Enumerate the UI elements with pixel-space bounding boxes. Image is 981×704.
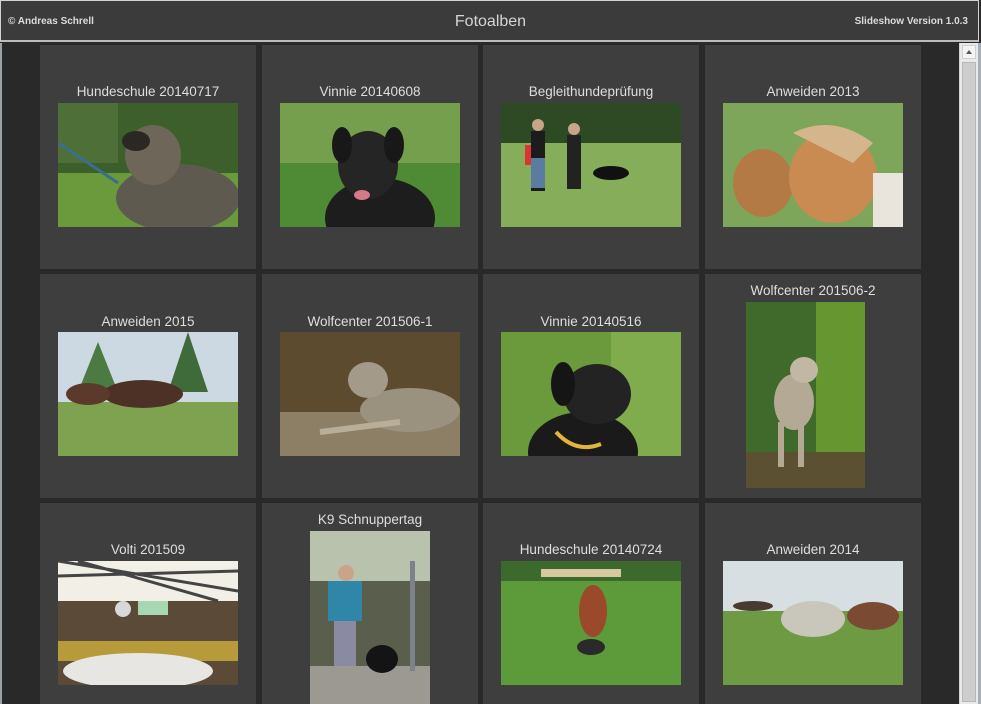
horse-photo-icon[interactable] (723, 103, 903, 227)
wolf-photo-icon[interactable] (746, 302, 865, 488)
album-title: Anweiden 2015 (101, 314, 195, 329)
album-title: Hundeschule 20140724 (519, 542, 663, 557)
people-dog-photo-icon[interactable] (501, 103, 681, 227)
album-tile[interactable]: Vinnie 20140608 (262, 45, 478, 269)
album-tile[interactable]: Anweiden 2014 (705, 503, 921, 704)
wolf-photo-icon[interactable] (280, 332, 460, 456)
album-tile[interactable]: Anweiden 2013 (705, 45, 921, 269)
horse-photo-icon[interactable] (723, 561, 903, 685)
album-title: Wolfcenter 201506-1 (307, 314, 433, 329)
album-grid: Hundeschule 20140717 Vinnie 20140608 Beg… (2, 43, 959, 704)
album-tile[interactable]: Volti 201509 (40, 503, 256, 704)
album-title: Vinnie 20140516 (540, 314, 642, 329)
album-tile[interactable]: K9 Schnuppertag (262, 503, 478, 704)
album-tile[interactable]: Vinnie 20140516 (483, 274, 699, 498)
version-text: Slideshow Version 1.0.3 (854, 16, 968, 27)
album-tile[interactable]: Begleithundeprüfung (483, 45, 699, 269)
title-bar: © Andreas Schrell Fotoalben Slideshow Ve… (0, 0, 979, 42)
page-title: Fotoalben (454, 13, 527, 30)
dog-photo-icon[interactable] (280, 103, 460, 227)
album-tile[interactable]: Hundeschule 20140717 (40, 45, 256, 269)
dog-photo-icon[interactable] (58, 103, 238, 227)
dog-jump-photo-icon[interactable] (501, 561, 681, 685)
album-tile[interactable]: Wolfcenter 201506-2 (705, 274, 921, 498)
album-title: K9 Schnuppertag (317, 512, 423, 527)
album-title: Volti 201509 (110, 542, 186, 557)
album-title: Wolfcenter 201506-2 (750, 283, 876, 298)
scroll-up-icon[interactable] (962, 45, 976, 59)
album-tile[interactable]: Anweiden 2015 (40, 274, 256, 498)
album-title: Hundeschule 20140717 (76, 84, 220, 99)
album-tile[interactable]: Hundeschule 20140724 (483, 503, 699, 704)
album-title: Anweiden 2013 (766, 84, 860, 99)
album-title: Vinnie 20140608 (319, 84, 421, 99)
horse-photo-icon[interactable] (58, 332, 238, 456)
dog-photo-icon[interactable] (501, 332, 681, 456)
vaulting-photo-icon[interactable] (58, 561, 238, 685)
album-tile[interactable]: Wolfcenter 201506-1 (262, 274, 478, 498)
album-title: Anweiden 2014 (766, 542, 860, 557)
vertical-scrollbar[interactable] (959, 43, 978, 704)
scrollbar-thumb[interactable] (962, 62, 976, 702)
person-dog-photo-icon[interactable] (310, 531, 430, 704)
album-title: Begleithundeprüfung (528, 84, 654, 99)
